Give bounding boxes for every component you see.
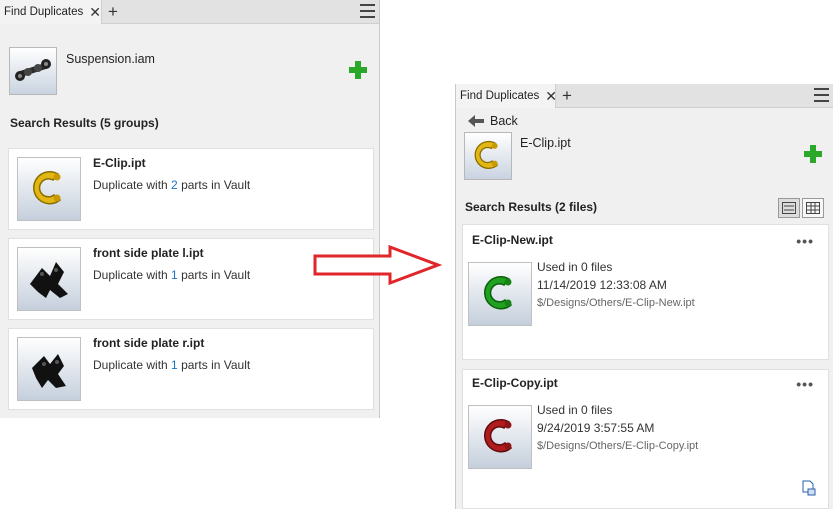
duplicate-suffix: parts in Vault xyxy=(177,358,251,372)
file-usage: Used in 0 files xyxy=(537,260,613,274)
document-thumbnail xyxy=(464,132,512,180)
assembly-thumbnail xyxy=(9,47,57,95)
table-view-icon xyxy=(806,202,820,214)
tab-find-duplicates[interactable]: Find Duplicates ✕ xyxy=(0,0,102,24)
e-clip-yellow-icon xyxy=(33,170,62,205)
file-name: E-Clip-New.ipt xyxy=(472,233,553,247)
search-results-title: Search Results (5 groups) xyxy=(10,116,159,130)
result-card[interactable]: front side plate r.ipt Duplicate with 1 … xyxy=(8,328,374,410)
e-clip-red-icon xyxy=(484,418,513,453)
find-duplicates-panel-left: Find Duplicates ✕ + Suspension.iam Searc… xyxy=(0,0,380,418)
part-thumbnail xyxy=(17,247,81,311)
tab-bar: Find Duplicates ✕ + xyxy=(0,0,379,24)
side-plate-icon xyxy=(30,262,68,298)
part-thumbnail xyxy=(17,337,81,401)
file-path: $/Designs/Others/E-Clip-Copy.ipt xyxy=(537,440,699,452)
result-name: front side plate r.ipt xyxy=(93,336,205,350)
back-label: Back xyxy=(490,114,518,128)
side-plate-icon xyxy=(32,354,66,388)
part-thumbnail xyxy=(17,157,81,221)
back-arrow-icon xyxy=(468,115,484,127)
e-clip-green-icon xyxy=(484,275,513,310)
tab-label: Find Duplicates xyxy=(4,6,84,18)
suspension-assembly-icon xyxy=(15,59,51,81)
file-card[interactable]: E-Clip-Copy.ipt ••• Used in 0 files 9/24… xyxy=(462,369,829,509)
more-options-icon[interactable]: ••• xyxy=(796,376,814,392)
add-icon[interactable] xyxy=(803,144,823,164)
duplicate-suffix: parts in Vault xyxy=(177,178,251,192)
close-icon[interactable]: ✕ xyxy=(89,4,101,20)
file-date: 9/24/2019 3:57:55 AM xyxy=(537,421,655,435)
search-results-title: Search Results (2 files) xyxy=(465,200,598,214)
close-icon[interactable]: ✕ xyxy=(545,88,557,104)
find-duplicates-panel-right: Find Duplicates ✕ + Back E-Clip.ipt Sear… xyxy=(455,84,833,509)
hamburger-menu-icon[interactable] xyxy=(814,88,829,102)
document-link-icon[interactable] xyxy=(801,480,817,496)
transition-arrow-icon xyxy=(313,244,442,286)
file-thumbnail xyxy=(468,262,532,326)
duplicate-count-link[interactable]: 1 xyxy=(171,268,178,282)
duplicate-prefix: Duplicate with xyxy=(93,268,172,282)
duplicate-info: Duplicate with 2 parts in Vault xyxy=(93,178,250,192)
more-options-icon[interactable]: ••• xyxy=(796,233,814,249)
document-name: Suspension.iam xyxy=(66,52,155,66)
duplicate-info: Duplicate with 1 parts in Vault xyxy=(93,268,250,282)
duplicate-count-link[interactable]: 2 xyxy=(171,178,178,192)
file-name: E-Clip-Copy.ipt xyxy=(472,376,558,390)
duplicate-info: Duplicate with 1 parts in Vault xyxy=(93,358,250,372)
tab-label: Find Duplicates xyxy=(460,90,540,102)
result-name: front side plate l.ipt xyxy=(93,246,204,260)
duplicate-prefix: Duplicate with xyxy=(93,178,172,192)
file-thumbnail xyxy=(468,405,532,469)
file-date: 11/14/2019 12:33:08 AM xyxy=(537,278,667,292)
tab-bar: Find Duplicates ✕ + xyxy=(456,84,833,108)
add-tab-icon[interactable]: + xyxy=(104,2,122,22)
add-icon[interactable] xyxy=(348,60,368,80)
duplicate-suffix: parts in Vault xyxy=(177,268,251,282)
result-name: E-Clip.ipt xyxy=(93,156,146,170)
back-button[interactable]: Back xyxy=(468,114,518,128)
list-view-toggle[interactable] xyxy=(778,198,800,218)
tab-find-duplicates[interactable]: Find Duplicates ✕ xyxy=(456,84,557,108)
add-tab-icon[interactable]: + xyxy=(558,86,576,106)
duplicate-prefix: Duplicate with xyxy=(93,358,172,372)
e-clip-yellow-icon xyxy=(474,140,499,169)
file-card[interactable]: E-Clip-New.ipt ••• Used in 0 files 11/14… xyxy=(462,224,829,360)
duplicate-count-link[interactable]: 1 xyxy=(171,358,178,372)
document-name: E-Clip.ipt xyxy=(520,136,571,150)
list-view-icon xyxy=(782,202,796,214)
grid-view-toggle[interactable] xyxy=(802,198,824,218)
result-card[interactable]: E-Clip.ipt Duplicate with 2 parts in Vau… xyxy=(8,148,374,230)
hamburger-menu-icon[interactable] xyxy=(360,4,375,18)
file-path: $/Designs/Others/E-Clip-New.ipt xyxy=(537,297,695,309)
file-usage: Used in 0 files xyxy=(537,403,613,417)
